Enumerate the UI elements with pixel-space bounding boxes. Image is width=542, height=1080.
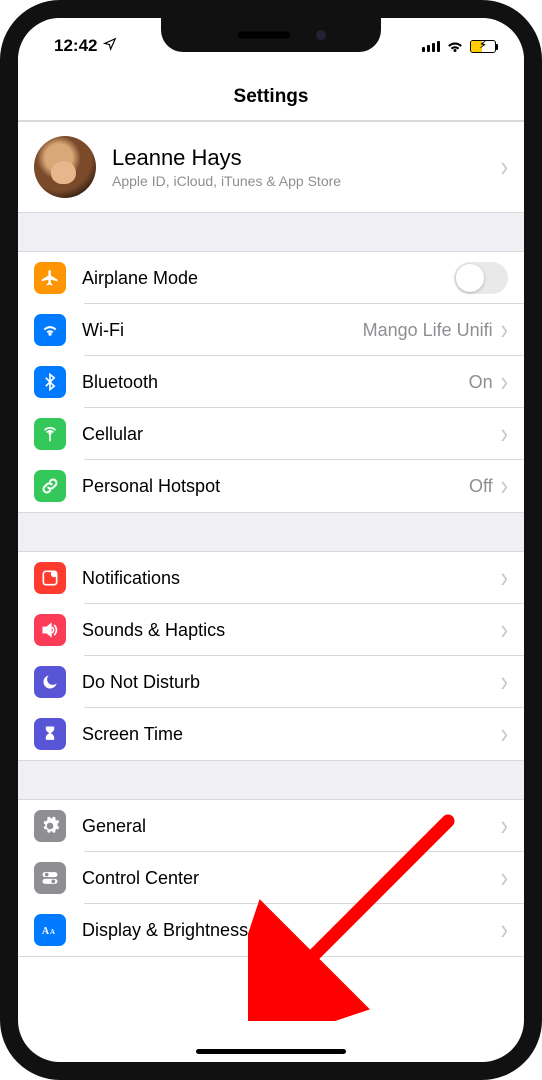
- bluetooth-icon: [34, 366, 66, 398]
- row-label: Personal Hotspot: [82, 476, 220, 497]
- airplane-mode-toggle[interactable]: [454, 262, 508, 294]
- battery-icon: ⚡︎: [470, 40, 496, 53]
- profile-subtitle: Apple ID, iCloud, iTunes & App Store: [112, 173, 341, 189]
- screen-time-row[interactable]: Screen Time ›: [18, 708, 524, 760]
- row-label: Do Not Disturb: [82, 672, 200, 693]
- general-row[interactable]: General ›: [18, 800, 524, 852]
- row-label: Display & Brightness: [82, 920, 248, 941]
- hourglass-icon: [34, 718, 66, 750]
- chevron-right-icon: ›: [501, 916, 508, 945]
- row-label: Airplane Mode: [82, 268, 198, 289]
- wifi-icon: [34, 314, 66, 346]
- svg-text:A: A: [50, 929, 55, 936]
- chevron-right-icon: ›: [501, 472, 508, 501]
- chevron-right-icon: ›: [501, 864, 508, 893]
- cellular-signal-icon: [422, 41, 440, 52]
- row-value: Off: [469, 476, 493, 497]
- notifications-icon: [34, 562, 66, 594]
- status-time: 12:42: [54, 36, 97, 56]
- chevron-right-icon: ›: [501, 720, 508, 749]
- avatar: [34, 136, 96, 198]
- personal-hotspot-row[interactable]: Personal Hotspot Off ›: [18, 460, 524, 512]
- bluetooth-row[interactable]: Bluetooth On ›: [18, 356, 524, 408]
- chevron-right-icon: ›: [501, 420, 508, 449]
- display-aa-icon: AA: [34, 914, 66, 946]
- svg-text:A: A: [42, 926, 50, 937]
- wifi-row[interactable]: Wi-Fi Mango Life Unifi ›: [18, 304, 524, 356]
- home-indicator[interactable]: [196, 1049, 346, 1054]
- profile-name: Leanne Hays: [112, 145, 341, 171]
- row-label: Wi-Fi: [82, 320, 124, 341]
- chevron-right-icon: ›: [501, 668, 508, 697]
- notifications-row[interactable]: Notifications ›: [18, 552, 524, 604]
- chevron-right-icon: ›: [501, 812, 508, 841]
- apple-id-row[interactable]: Leanne Hays Apple ID, iCloud, iTunes & A…: [18, 122, 524, 212]
- location-icon: [103, 36, 117, 56]
- row-label: Notifications: [82, 568, 180, 589]
- cellular-row[interactable]: Cellular ›: [18, 408, 524, 460]
- chevron-right-icon: ›: [501, 368, 508, 397]
- display-brightness-row[interactable]: AA Display & Brightness ›: [18, 904, 524, 956]
- control-center-row[interactable]: Control Center ›: [18, 852, 524, 904]
- do-not-disturb-row[interactable]: Do Not Disturb ›: [18, 656, 524, 708]
- sounds-haptics-row[interactable]: Sounds & Haptics ›: [18, 604, 524, 656]
- chevron-right-icon: ›: [501, 153, 508, 182]
- row-label: Screen Time: [82, 724, 183, 745]
- chevron-right-icon: ›: [501, 316, 508, 345]
- row-label: Control Center: [82, 868, 199, 889]
- notch: [161, 18, 381, 52]
- airplane-mode-row[interactable]: Airplane Mode: [18, 252, 524, 304]
- chevron-right-icon: ›: [501, 564, 508, 593]
- switches-icon: [34, 862, 66, 894]
- page-title: Settings: [18, 64, 524, 121]
- airplane-icon: [34, 262, 66, 294]
- row-label: Bluetooth: [82, 372, 158, 393]
- row-label: Sounds & Haptics: [82, 620, 225, 641]
- speaker-icon: [34, 614, 66, 646]
- moon-icon: [34, 666, 66, 698]
- row-value: Mango Life Unifi: [363, 320, 493, 341]
- row-label: General: [82, 816, 146, 837]
- wifi-icon: [446, 39, 464, 53]
- link-icon: [34, 470, 66, 502]
- antenna-icon: [34, 418, 66, 450]
- row-label: Cellular: [82, 424, 143, 445]
- gear-icon: [34, 810, 66, 842]
- chevron-right-icon: ›: [501, 616, 508, 645]
- row-value: On: [469, 372, 493, 393]
